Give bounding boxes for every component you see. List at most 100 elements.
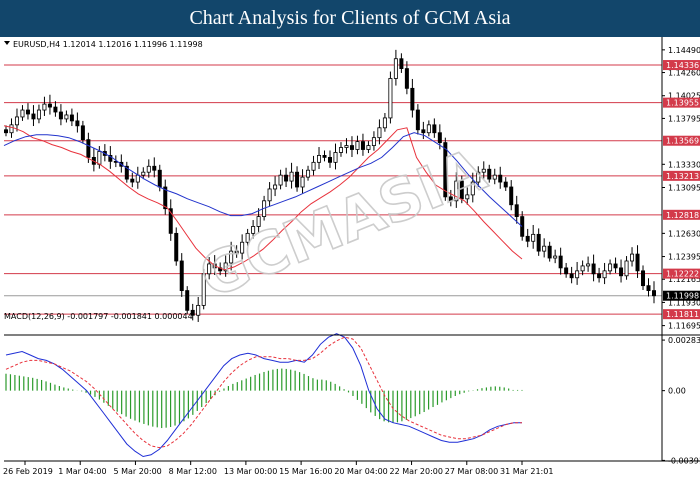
time-tick-label: 1 Mar 04:00 <box>58 467 106 476</box>
candle-body <box>174 232 179 262</box>
candle-body <box>300 176 305 188</box>
candle-body <box>558 255 563 269</box>
candle-body <box>630 253 635 262</box>
candle-body <box>404 68 409 89</box>
time-tick-label: 27 Mar 08:00 <box>445 467 498 476</box>
trading-chart: GCMASIA 1.144901.142601.140251.137951.13… <box>0 37 700 500</box>
candle-body <box>531 233 536 242</box>
candle-body <box>503 181 508 188</box>
candle-body <box>4 129 9 134</box>
candle-body <box>317 155 322 163</box>
level-badge-label: 1.13213 <box>666 172 699 181</box>
candle-body <box>635 253 640 272</box>
candle-body <box>432 124 437 134</box>
candle-body <box>366 145 371 150</box>
candle-body <box>31 113 36 120</box>
current-price-label: 1.11998 <box>666 292 699 301</box>
candle-body <box>42 103 47 111</box>
level-badge-label: 1.14336 <box>666 61 699 70</box>
candle-body <box>327 156 332 163</box>
price-tick-label: 1.12395 <box>668 253 700 262</box>
time-tick-label: 31 Mar 21:01 <box>500 467 553 476</box>
candle-body <box>613 263 618 269</box>
candle-body <box>564 267 569 275</box>
candle-body <box>278 174 283 186</box>
price-tick-label: 1.11695 <box>668 322 700 331</box>
candle-body <box>80 125 85 141</box>
candle-body <box>344 145 349 148</box>
candle-body <box>20 109 25 118</box>
time-tick-label: 26 Feb 2019 <box>3 467 53 476</box>
candle-body <box>498 174 503 183</box>
candle-body <box>355 141 360 150</box>
candle-body <box>64 114 69 120</box>
candle-body <box>130 178 135 183</box>
candle-body <box>514 204 519 217</box>
time-tick-label: 22 Mar 20:00 <box>390 467 443 476</box>
level-badge-label: 1.13569 <box>666 137 699 146</box>
candle-body <box>360 141 365 150</box>
candle-body <box>141 171 146 176</box>
candle-body <box>586 263 591 267</box>
candle-body <box>575 270 580 279</box>
candle-body <box>591 263 596 275</box>
candle-body <box>267 188 272 202</box>
candle-body <box>25 109 30 115</box>
candle-body <box>58 111 63 120</box>
candle-body <box>14 116 19 126</box>
price-tick-label: 1.12630 <box>668 229 700 238</box>
macd-tick-label: 0.00 <box>668 387 686 396</box>
candle-body <box>602 270 607 279</box>
candle-body <box>53 106 58 113</box>
candle-body <box>421 129 426 134</box>
time-tick-label: 15 Mar 16:00 <box>279 467 332 476</box>
candle-body <box>322 155 327 158</box>
candle-body <box>157 169 162 188</box>
candle-body <box>652 290 657 297</box>
candle-body <box>152 165 157 171</box>
level-badge-label: 1.11811 <box>666 310 699 319</box>
candle-body <box>525 235 530 242</box>
candle-body <box>410 87 415 111</box>
candle-body <box>536 233 541 252</box>
candle-body <box>393 58 398 79</box>
candle-body <box>97 151 102 165</box>
candle-body <box>371 137 376 146</box>
candle-body <box>569 273 574 279</box>
candle-body <box>520 216 525 237</box>
candle-body <box>646 285 651 291</box>
candle-body <box>284 174 289 182</box>
time-tick-label: 13 Mar 00:00 <box>224 467 277 476</box>
candle-body <box>415 109 420 131</box>
price-tick-label: 1.14490 <box>668 46 700 55</box>
candle-body <box>492 174 497 180</box>
time-tick-label: 20 Mar 04:00 <box>334 467 387 476</box>
candle-body <box>349 145 354 150</box>
macd-tick-label: 0.002839 <box>668 336 700 345</box>
candle-body <box>333 152 338 163</box>
candle-body <box>399 58 404 69</box>
candle-body <box>179 260 184 291</box>
candle-body <box>9 124 14 134</box>
level-badge-label: 1.12222 <box>666 270 699 279</box>
time-tick-label: 8 Mar 12:00 <box>169 467 217 476</box>
candle-body <box>75 120 80 127</box>
candle-body <box>295 171 300 188</box>
candle-body <box>377 127 382 139</box>
symbol-info: EURUSD,H4 1.12014 1.12016 1.11996 1.1199… <box>13 40 203 49</box>
candle-body <box>146 165 151 173</box>
candle-body <box>289 171 294 182</box>
candle-body <box>619 267 624 277</box>
price-tick-label: 1.13795 <box>668 114 700 123</box>
level-badge-label: 1.12818 <box>666 211 699 220</box>
candle-body <box>273 184 278 190</box>
candle-body <box>47 103 52 108</box>
candle-body <box>624 260 629 277</box>
candle-body <box>426 124 431 134</box>
candle-body <box>641 270 646 287</box>
candle-body <box>185 290 190 311</box>
chart-title-banner: Chart Analysis for Clients of GCM Asia <box>0 0 700 37</box>
candle-body <box>580 265 585 272</box>
candle-body <box>69 114 74 122</box>
price-tick-label: 1.13095 <box>668 183 700 192</box>
